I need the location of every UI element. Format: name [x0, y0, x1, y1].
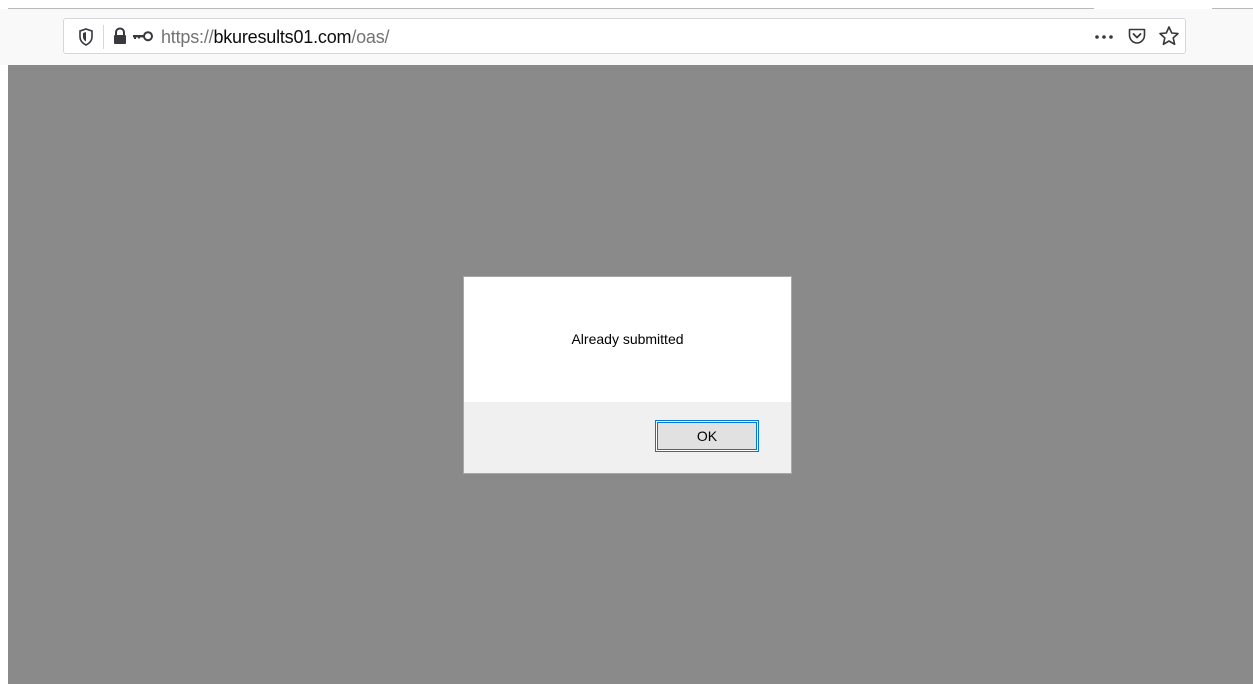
address-bar[interactable]: https://bkuresults01.com/oas/ — [63, 18, 1186, 54]
ok-button[interactable]: OK — [655, 420, 759, 452]
key-icon[interactable] — [132, 30, 154, 42]
browser-window: https://bkuresults01.com/oas/ Already su… — [0, 0, 1253, 684]
alert-message: Already submitted — [571, 331, 684, 347]
more-icon[interactable] — [1093, 28, 1115, 44]
address-bar-separator — [103, 25, 104, 49]
lock-icon[interactable] — [112, 27, 128, 45]
alert-dialog: Already submitted OK — [463, 276, 792, 474]
star-icon[interactable] — [1158, 25, 1180, 47]
pocket-icon[interactable] — [1127, 26, 1147, 46]
url-path: /oas/ — [351, 27, 390, 47]
dialog-footer: OK — [464, 402, 791, 473]
page-overlay: Already submitted OK — [8, 65, 1253, 684]
navigation-toolbar: https://bkuresults01.com/oas/ — [0, 9, 1253, 65]
url-scheme: https:// — [161, 27, 214, 47]
url-text[interactable]: https://bkuresults01.com/oas/ — [161, 27, 390, 47]
shield-icon[interactable] — [78, 28, 94, 46]
url-domain: bkuresults01.com — [213, 27, 352, 47]
